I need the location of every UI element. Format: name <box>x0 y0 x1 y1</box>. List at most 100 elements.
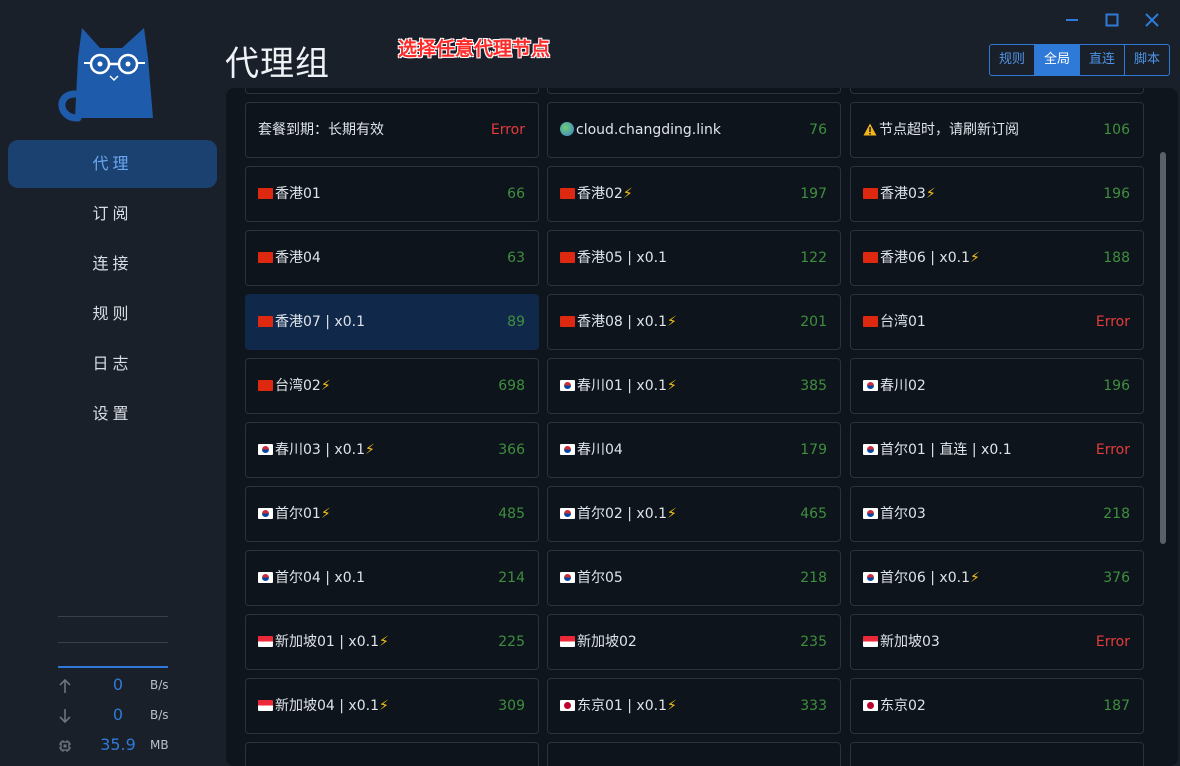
proxy-delay[interactable]: 309 <box>498 679 525 734</box>
lightning-icon: ⚡ <box>925 186 936 202</box>
proxy-card[interactable]: 新加坡02 235 <box>547 614 841 670</box>
proxy-card[interactable]: 台湾02⚡ 698 <box>245 358 539 414</box>
lightning-icon: ⚡ <box>378 634 389 650</box>
proxy-delay[interactable]: 196 <box>1103 167 1130 222</box>
sidebar-item-logs[interactable]: 日志 <box>8 340 217 388</box>
proxy-delay[interactable]: 197 <box>800 167 827 222</box>
tab-script[interactable]: 脚本 <box>1125 45 1169 75</box>
proxy-delay[interactable]: 196 <box>1103 359 1130 414</box>
divider <box>58 616 168 617</box>
proxy-panel: 套餐到期：长期有效 Error cloud.changding.link 76 节点超时… <box>226 88 1178 766</box>
proxy-delay[interactable]: 385 <box>800 359 827 414</box>
maximize-icon[interactable] <box>1101 10 1123 30</box>
proxy-card[interactable]: cloud.changding.link 76 <box>547 102 841 158</box>
proxy-card[interactable]: 春川02 196 <box>850 358 1144 414</box>
proxy-card[interactable]: 首尔06 | x0.1⚡ 376 <box>850 550 1144 606</box>
sidebar-item-subscription[interactable]: 订阅 <box>8 190 217 238</box>
china-flag-icon <box>258 380 273 391</box>
proxy-delay[interactable]: 201 <box>800 295 827 350</box>
proxy-name-text: 首尔05 <box>577 570 623 586</box>
proxy-card[interactable]: 首尔05 218 <box>547 550 841 606</box>
proxy-card[interactable]: 香港04 63 <box>245 230 539 286</box>
proxy-delay[interactable]: 225 <box>498 615 525 670</box>
scrollbar[interactable] <box>1160 152 1166 544</box>
proxy-delay[interactable]: 465 <box>800 487 827 542</box>
proxy-card[interactable]: 套餐到期：长期有效 Error <box>245 102 539 158</box>
proxy-card[interactable]: 香港02⚡ 197 <box>547 166 841 222</box>
proxy-card[interactable]: 香港07 | x0.1 89 <box>245 294 539 350</box>
proxy-card[interactable]: 首尔02 | x0.1⚡ 465 <box>547 486 841 542</box>
proxy-delay[interactable]: Error <box>491 103 525 158</box>
proxy-delay[interactable]: 66 <box>507 167 525 222</box>
proxy-name-text: 首尔01 | 直连 | x0.1 <box>880 442 1012 458</box>
tab-direct[interactable]: 直连 <box>1080 45 1125 75</box>
proxy-card[interactable]: 新加坡01 | x0.1⚡ 225 <box>245 614 539 670</box>
proxy-delay[interactable]: 188 <box>1103 231 1130 286</box>
proxy-card[interactable]: 香港03⚡ 196 <box>850 166 1144 222</box>
sidebar-item-proxy[interactable]: 代理 <box>8 140 217 188</box>
proxy-card[interactable]: 东京02 187 <box>850 678 1144 734</box>
proxy-card[interactable]: 东京01 | x0.1⚡ 333 <box>547 678 841 734</box>
proxy-card[interactable]: 春川01 | x0.1⚡ 385 <box>547 358 841 414</box>
proxy-card[interactable]: 首尔01 | 直连 | x0.1 Error <box>850 422 1144 478</box>
tab-rule[interactable]: 规则 <box>990 45 1035 75</box>
proxy-card[interactable]: 新加坡04 | x0.1⚡ 309 <box>245 678 539 734</box>
proxy-delay[interactable]: Error <box>1096 615 1130 670</box>
proxy-delay[interactable]: 235 <box>800 615 827 670</box>
proxy-delay[interactable]: 218 <box>1103 487 1130 542</box>
tab-global[interactable]: 全局 <box>1035 45 1080 75</box>
proxy-delay[interactable]: 122 <box>800 231 827 286</box>
proxy-card-partial[interactable] <box>850 742 1144 766</box>
proxy-delay[interactable]: 106 <box>1103 103 1130 158</box>
proxy-card[interactable]: 香港06 | x0.1⚡ 188 <box>850 230 1144 286</box>
proxy-card-partial[interactable] <box>547 742 841 766</box>
proxy-name-text: 香港05 | x0.1 <box>577 250 667 266</box>
proxy-card-partial[interactable] <box>245 742 539 766</box>
sidebar-nav: 代理 订阅 连接 规则 日志 设置 <box>8 140 217 440</box>
proxy-card[interactable]: 春川04 179 <box>547 422 841 478</box>
proxy-card[interactable]: 台湾01 Error <box>850 294 1144 350</box>
proxy-card[interactable]: 香港01 66 <box>245 166 539 222</box>
proxy-card[interactable]: 春川03 | x0.1⚡ 366 <box>245 422 539 478</box>
proxy-card[interactable]: 香港05 | x0.1 122 <box>547 230 841 286</box>
proxy-delay[interactable]: 187 <box>1103 679 1130 734</box>
proxy-name-text: 春川02 <box>880 378 926 394</box>
korea-flag-icon <box>863 444 878 455</box>
proxy-name: 香港03⚡ <box>863 167 936 222</box>
lightning-icon: ⚡ <box>622 186 633 202</box>
minimize-icon[interactable] <box>1061 10 1083 30</box>
proxy-delay[interactable]: 179 <box>800 423 827 478</box>
proxy-card[interactable]: 首尔01⚡ 485 <box>245 486 539 542</box>
proxy-name: 东京01 | x0.1⚡ <box>560 679 677 734</box>
hong-kong-flag-icon <box>258 252 273 263</box>
proxy-delay[interactable]: 76 <box>809 103 827 158</box>
proxy-name-text: 香港01 <box>275 186 321 202</box>
proxy-delay[interactable]: 485 <box>498 487 525 542</box>
proxy-delay[interactable]: 214 <box>498 551 525 606</box>
proxy-name: 香港02⚡ <box>560 167 633 222</box>
proxy-card[interactable]: 新加坡03 Error <box>850 614 1144 670</box>
proxy-delay[interactable]: Error <box>1096 295 1130 350</box>
sidebar-item-connection[interactable]: 连接 <box>8 240 217 288</box>
proxy-card[interactable]: 节点超时，请刷新订阅 106 <box>850 102 1144 158</box>
lightning-icon: ⚡ <box>969 570 980 586</box>
sidebar-item-settings[interactable]: 设置 <box>8 390 217 438</box>
proxy-delay[interactable]: 63 <box>507 231 525 286</box>
proxy-card-partial[interactable] <box>547 88 841 94</box>
proxy-name-text: 香港03 <box>880 186 926 202</box>
proxy-card-partial[interactable] <box>245 88 539 94</box>
close-icon[interactable] <box>1141 10 1163 30</box>
proxy-card[interactable]: 首尔04 | x0.1 214 <box>245 550 539 606</box>
sidebar-item-rules[interactable]: 规则 <box>8 290 217 338</box>
proxy-card-partial[interactable] <box>850 88 1144 94</box>
proxy-card[interactable]: 首尔03 218 <box>850 486 1144 542</box>
proxy-name: 首尔04 | x0.1 <box>258 551 365 606</box>
proxy-delay[interactable]: 698 <box>498 359 525 414</box>
proxy-delay[interactable]: 333 <box>800 679 827 734</box>
proxy-card[interactable]: 香港08 | x0.1⚡ 201 <box>547 294 841 350</box>
proxy-delay[interactable]: 376 <box>1103 551 1130 606</box>
proxy-delay[interactable]: 89 <box>507 295 525 350</box>
proxy-delay[interactable]: 366 <box>498 423 525 478</box>
proxy-delay[interactable]: 218 <box>800 551 827 606</box>
proxy-delay[interactable]: Error <box>1096 423 1130 478</box>
